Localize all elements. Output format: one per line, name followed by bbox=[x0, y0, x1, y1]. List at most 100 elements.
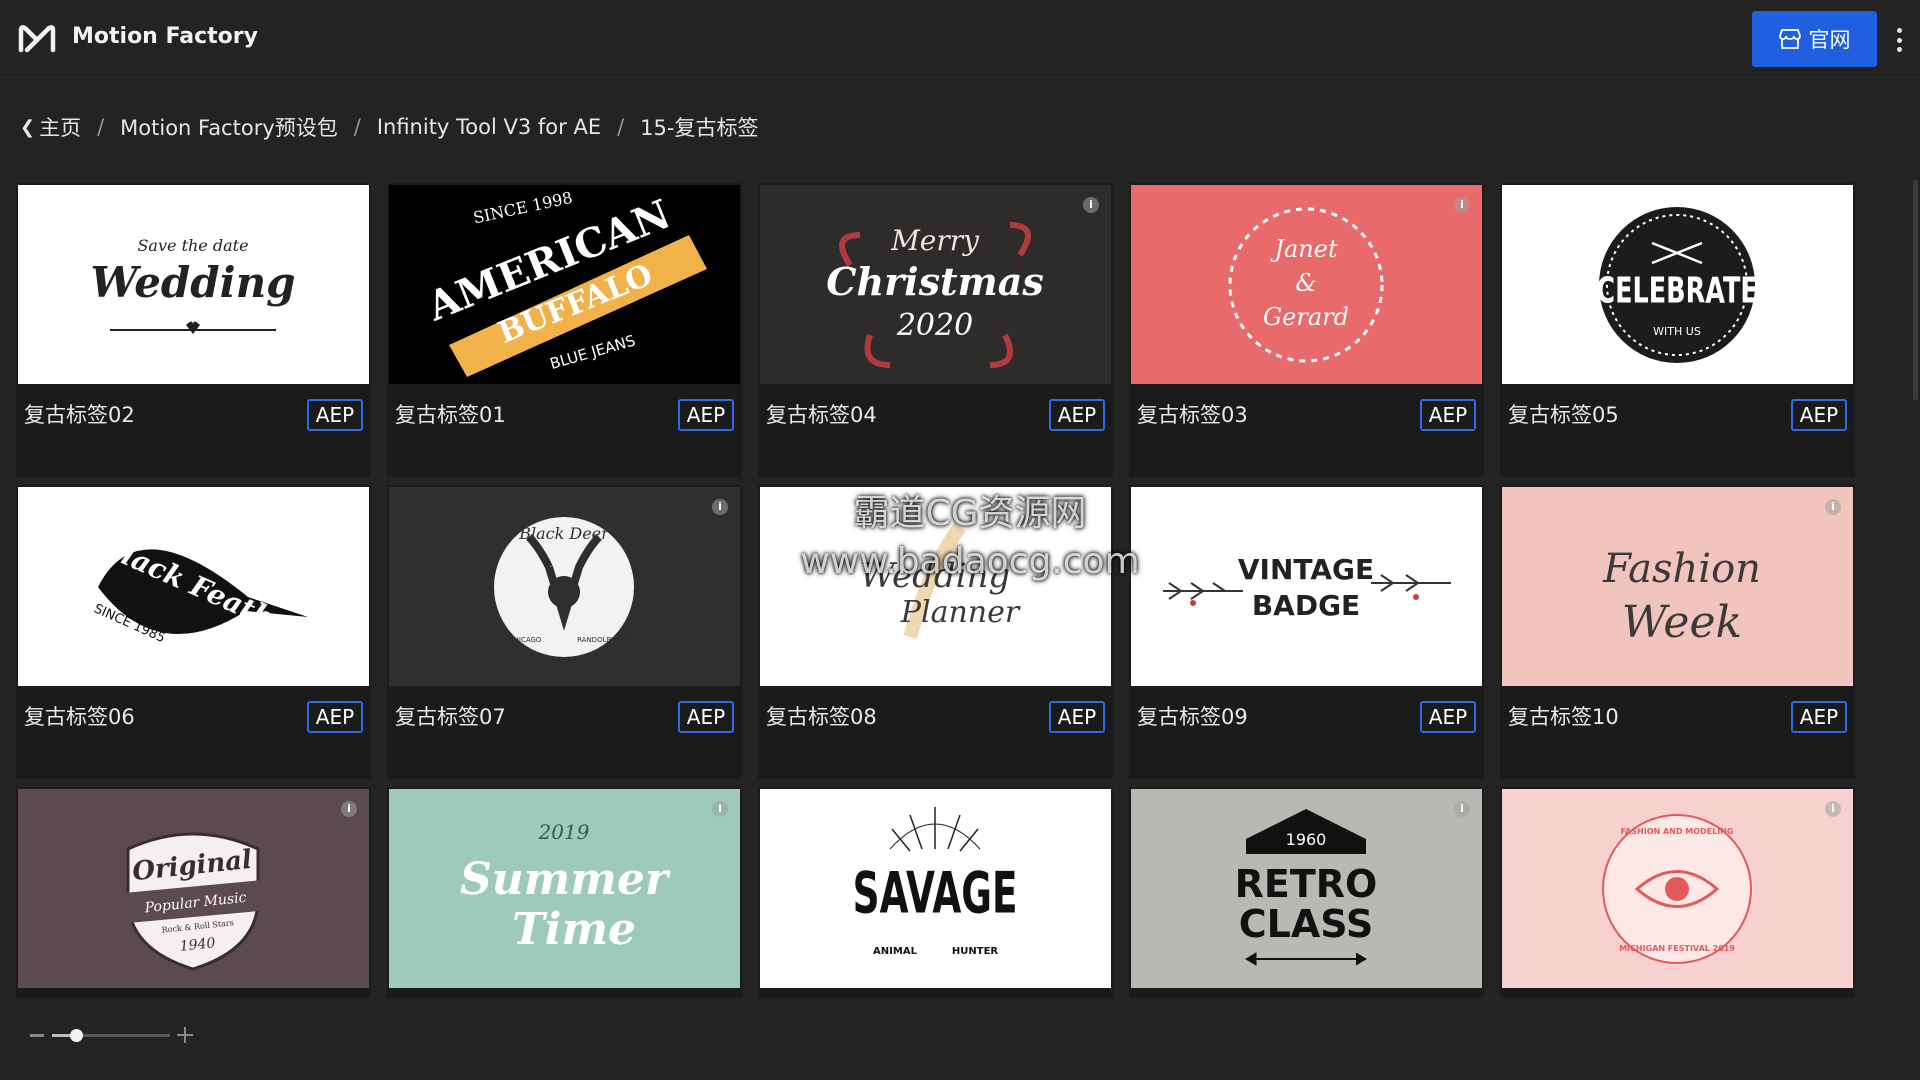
preset-thumbnail[interactable]: Original Popular Music Rock & Roll Stars… bbox=[18, 789, 369, 988]
svg-text:Fashion: Fashion bbox=[1602, 546, 1761, 592]
preset-card[interactable]: VINTAGE BADGE 复古标签09 AEP bbox=[1129, 485, 1484, 779]
preset-title: 复古标签09 bbox=[1137, 705, 1248, 729]
svg-text:SAVAGE: SAVAGE bbox=[853, 860, 1018, 926]
svg-text:Black Deer: Black Deer bbox=[518, 524, 610, 543]
preset-thumbnail[interactable]: SAVAGE ANIMAL HUNTER bbox=[760, 789, 1111, 988]
svg-text:Janet: Janet bbox=[1269, 235, 1338, 263]
breadcrumb-infinity-tool[interactable]: Infinity Tool V3 for AE bbox=[377, 115, 601, 139]
info-icon[interactable]: i bbox=[341, 801, 357, 817]
more-menu-icon[interactable] bbox=[1889, 26, 1909, 54]
aep-badge: AEP bbox=[307, 399, 363, 431]
preset-thumbnail[interactable]: Merry Christmas 2020 i bbox=[760, 185, 1111, 384]
svg-text:BADGE: BADGE bbox=[1252, 589, 1360, 622]
svg-text:2020: 2020 bbox=[896, 308, 973, 343]
preset-title: 复古标签02 bbox=[24, 403, 135, 427]
preset-thumbnail[interactable]: Black Feather SINCE 1985 bbox=[18, 487, 369, 686]
svg-text:ANIMAL: ANIMAL bbox=[873, 946, 918, 957]
preset-card[interactable]: Save the date Wedding 复古标签02 AEP bbox=[16, 183, 371, 477]
app-title: Motion Factory bbox=[72, 24, 258, 49]
svg-text:1960: 1960 bbox=[1286, 830, 1327, 849]
breadcrumb-separator: / bbox=[617, 115, 625, 139]
svg-text:MICHIGAN FESTIVAL 2019: MICHIGAN FESTIVAL 2019 bbox=[1619, 944, 1735, 953]
aep-badge: AEP bbox=[1420, 399, 1476, 431]
info-icon[interactable]: i bbox=[1825, 499, 1841, 515]
svg-text:HUNTER: HUNTER bbox=[952, 946, 999, 957]
preset-card[interactable]: Janet & Gerard i 复古标签03 AEP bbox=[1129, 183, 1484, 477]
official-site-label: 官网 bbox=[1808, 28, 1851, 52]
svg-text:Week: Week bbox=[1622, 597, 1742, 648]
preset-title: 复古标签08 bbox=[766, 705, 877, 729]
bottom-bar bbox=[0, 998, 1920, 1080]
preset-card[interactable]: SAVAGE ANIMAL HUNTER bbox=[758, 787, 1113, 998]
svg-text:FASHION AND MODELING: FASHION AND MODELING bbox=[1621, 827, 1734, 836]
breadcrumb-current: 15-复古标签 bbox=[640, 116, 759, 140]
svg-text:2019: 2019 bbox=[538, 820, 590, 844]
aep-badge: AEP bbox=[678, 701, 734, 733]
preset-title: 复古标签06 bbox=[24, 705, 135, 729]
svg-text:WITH US: WITH US bbox=[1653, 325, 1701, 338]
preset-card[interactable]: SINCE 1998 AMERICAN BUFFALO BLUE JEANS 复… bbox=[387, 183, 742, 477]
preset-card[interactable]: Original Popular Music Rock & Roll Stars… bbox=[16, 787, 371, 998]
zoom-in-icon[interactable] bbox=[177, 1027, 193, 1043]
preset-card[interactable]: Merry Christmas 2020 i 复古标签04 AEP bbox=[758, 183, 1113, 477]
breadcrumb-home[interactable]: 主页 bbox=[39, 112, 81, 142]
svg-text:Gerard: Gerard bbox=[1263, 303, 1349, 331]
svg-text:Time: Time bbox=[512, 904, 636, 955]
mf-logo-icon[interactable] bbox=[18, 22, 56, 54]
preset-card[interactable]: 1960 RETRO CLASS i bbox=[1129, 787, 1484, 998]
preset-thumbnail[interactable]: Fashion Week i bbox=[1502, 487, 1853, 686]
svg-text:Planner: Planner bbox=[900, 595, 1021, 630]
aep-badge: AEP bbox=[1791, 399, 1847, 431]
zoom-slider-handle[interactable] bbox=[69, 1029, 83, 1042]
aep-badge: AEP bbox=[307, 701, 363, 733]
svg-text:CLASS: CLASS bbox=[1239, 902, 1374, 946]
top-bar: Motion Factory 官网 bbox=[0, 0, 1920, 78]
svg-text:Merry: Merry bbox=[890, 224, 980, 257]
official-site-button[interactable]: 官网 bbox=[1752, 11, 1877, 67]
preset-thumbnail[interactable]: VINTAGE BADGE bbox=[1131, 487, 1482, 686]
svg-text:RETRO: RETRO bbox=[1235, 862, 1378, 906]
preset-title: 复古标签07 bbox=[395, 705, 506, 729]
preset-card[interactable]: 2019 Summer Time i bbox=[387, 787, 742, 998]
svg-text:Summer: Summer bbox=[460, 854, 671, 905]
info-icon[interactable]: i bbox=[1083, 197, 1099, 213]
info-icon[interactable]: i bbox=[712, 499, 728, 515]
preset-title: 复古标签01 bbox=[395, 403, 506, 427]
aep-badge: AEP bbox=[1791, 701, 1847, 733]
info-icon[interactable]: i bbox=[1825, 801, 1841, 817]
svg-text:THE CHICAGO: THE CHICAGO bbox=[492, 636, 542, 644]
preset-title: 复古标签04 bbox=[766, 403, 877, 427]
preset-thumbnail[interactable]: Wedding Planner bbox=[760, 487, 1111, 686]
preset-thumbnail[interactable]: FASHION AND MODELING MICHIGAN FESTIVAL 2… bbox=[1502, 789, 1853, 988]
zoom-out-icon[interactable] bbox=[30, 1034, 44, 1037]
preset-thumbnail[interactable]: Black Deer THE CHICAGO RANDOLPH STREET i bbox=[389, 487, 740, 686]
store-icon bbox=[1778, 29, 1801, 49]
preset-title: 复古标签05 bbox=[1508, 403, 1619, 427]
svg-text:Christmas: Christmas bbox=[826, 259, 1044, 304]
aep-badge: AEP bbox=[1049, 399, 1105, 431]
preset-thumbnail[interactable]: Save the date Wedding bbox=[18, 185, 369, 384]
preset-thumbnail[interactable]: 1960 RETRO CLASS i bbox=[1131, 789, 1482, 988]
preset-thumbnail[interactable]: CELEBRATE WITH US bbox=[1502, 185, 1853, 384]
breadcrumb-preset-pack[interactable]: Motion Factory预设包 bbox=[120, 112, 338, 142]
preset-card[interactable]: Black Feather SINCE 1985 复古标签06 AEP bbox=[16, 485, 371, 779]
preset-card[interactable]: Wedding Planner 复古标签08 AEP bbox=[758, 485, 1113, 779]
svg-text:RANDOLPH STREET: RANDOLPH STREET bbox=[577, 636, 646, 644]
preset-card[interactable]: CELEBRATE WITH US 复古标签05 AEP bbox=[1500, 183, 1855, 477]
preset-thumbnail[interactable]: SINCE 1998 AMERICAN BUFFALO BLUE JEANS bbox=[389, 185, 740, 384]
svg-text:Wedding: Wedding bbox=[90, 258, 295, 307]
breadcrumb: ❮ 主页 / Motion Factory预设包 / Infinity Tool… bbox=[20, 112, 758, 142]
info-icon[interactable]: i bbox=[1454, 197, 1470, 213]
info-icon[interactable]: i bbox=[712, 801, 728, 817]
preset-thumbnail[interactable]: 2019 Summer Time i bbox=[389, 789, 740, 988]
chevron-left-icon[interactable]: ❮ bbox=[20, 117, 35, 138]
preset-card[interactable]: Fashion Week i 复古标签10 AEP bbox=[1500, 485, 1855, 779]
preset-title: 复古标签10 bbox=[1508, 705, 1619, 729]
aep-badge: AEP bbox=[1420, 701, 1476, 733]
grid-scrollbar[interactable] bbox=[1913, 180, 1918, 400]
info-icon[interactable]: i bbox=[1454, 801, 1470, 817]
preset-card[interactable]: Black Deer THE CHICAGO RANDOLPH STREET i… bbox=[387, 485, 742, 779]
preset-thumbnail[interactable]: Janet & Gerard i bbox=[1131, 185, 1482, 384]
preset-card[interactable]: FASHION AND MODELING MICHIGAN FESTIVAL 2… bbox=[1500, 787, 1855, 998]
svg-text:VINTAGE: VINTAGE bbox=[1238, 553, 1374, 586]
